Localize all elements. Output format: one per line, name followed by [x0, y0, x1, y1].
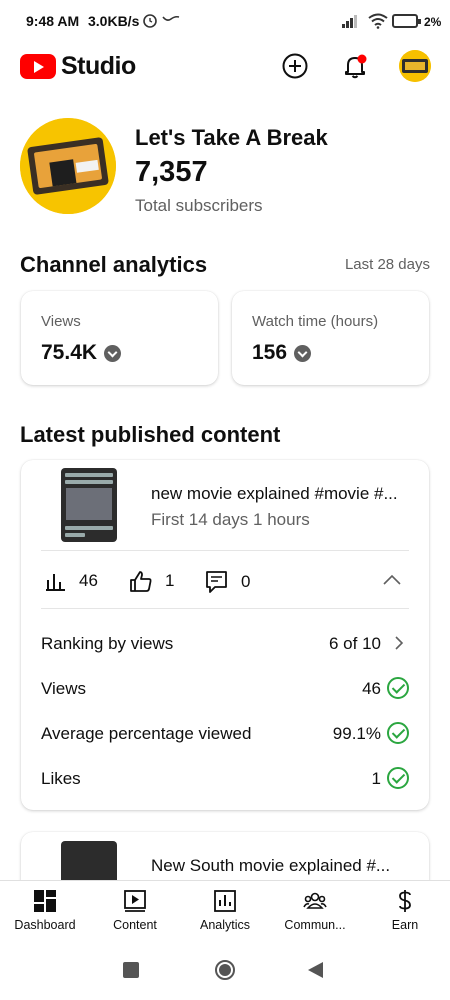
views-detail-value: 46 — [362, 679, 381, 698]
video-period: First 14 days 1 hours — [151, 510, 310, 529]
subscriber-label: Total subscribers — [135, 196, 263, 215]
bell-icon — [345, 54, 367, 79]
nav-analytics[interactable]: Analytics — [180, 881, 270, 943]
nav-earn-label: Earn — [391, 918, 419, 932]
avg-percentage-value: 99.1% — [332, 724, 381, 743]
channel-header: Let's Take A Break 7,357 Total subscribe… — [20, 118, 430, 218]
video-thumbnail[interactable] — [61, 468, 117, 542]
bar-chart-icon — [46, 574, 65, 591]
channel-logo-icon — [20, 118, 116, 214]
chevron-right-icon — [395, 636, 404, 650]
home-button[interactable] — [215, 960, 235, 980]
thumbs-up-icon — [130, 571, 152, 592]
comments-stat-value: 0 — [241, 572, 251, 591]
channel-analytics-title: Channel analytics — [20, 252, 208, 277]
battery-icon — [392, 14, 421, 28]
watch-time-label: Watch time (hours) — [252, 313, 379, 330]
avg-percentage-row: Average percentage viewed 99.1% — [41, 720, 409, 748]
next-video-title[interactable]: New South movie explained #... — [151, 856, 411, 876]
views-row: Views 46 — [41, 675, 409, 703]
nav-analytics-label: Analytics — [199, 918, 251, 932]
check-circle-icon — [387, 677, 409, 699]
views-value: 75.4K — [41, 341, 98, 364]
notification-wave-icon — [162, 15, 180, 21]
analytics-icon — [214, 890, 236, 912]
nav-content[interactable]: Content — [90, 881, 180, 943]
battery-percent: 2% — [424, 15, 442, 29]
nav-earn[interactable]: Earn — [360, 881, 450, 943]
notification-dot-icon — [357, 54, 367, 64]
views-stat: 46 — [45, 570, 98, 592]
ranking-row[interactable]: Ranking by views 6 of 10 — [41, 630, 409, 658]
channel-avatar[interactable] — [20, 118, 116, 214]
channel-name: Let's Take A Break — [135, 125, 328, 150]
signal-icon — [342, 15, 357, 28]
status-time: 9:48 AM — [26, 13, 80, 29]
account-avatar[interactable] — [399, 50, 431, 82]
notifications-button[interactable] — [339, 50, 371, 82]
nav-community-label: Commun... — [284, 918, 346, 932]
video-title[interactable]: new movie explained #movie #... — [151, 484, 411, 504]
likes-stat-value: 1 — [165, 571, 175, 590]
video-stats-row: 46 1 0 — [41, 568, 409, 598]
logo-text: Studio — [61, 52, 136, 80]
create-button[interactable] — [279, 50, 311, 82]
views-value-row: 75.4K — [41, 341, 122, 365]
views-label: Views — [41, 313, 81, 330]
back-button[interactable] — [308, 962, 323, 978]
youtube-logo-icon — [20, 54, 56, 79]
latest-content-title: Latest published content — [20, 422, 281, 447]
views-detail-label: Views — [41, 679, 87, 698]
studio-logo[interactable]: Studio — [20, 52, 136, 81]
subscriber-count: 7,357 — [135, 156, 208, 188]
likes-row: Likes 1 — [41, 765, 409, 793]
nav-community[interactable]: Commun... — [270, 881, 360, 943]
status-network-speed: 3.0KB/s — [88, 13, 140, 29]
likes-detail-value: 1 — [371, 769, 381, 788]
divider — [41, 608, 409, 609]
alarm-icon — [143, 14, 157, 28]
wifi-icon — [368, 13, 388, 29]
watch-time-value: 156 — [252, 341, 288, 364]
status-bar: 9:48 AM 3.0KB/s 2% — [0, 0, 450, 44]
views-stat-value: 46 — [79, 571, 98, 590]
likes-stat: 1 — [129, 570, 174, 592]
recents-button[interactable] — [123, 962, 139, 978]
nav-dashboard-label: Dashboard — [14, 918, 76, 932]
avg-percentage-label: Average percentage viewed — [41, 724, 252, 743]
arrow-down-icon — [294, 344, 312, 362]
comment-icon — [206, 571, 227, 593]
analytics-period: Last 28 days — [344, 256, 430, 273]
comments-stat: 0 — [205, 570, 250, 594]
likes-detail-label: Likes — [41, 769, 81, 788]
system-navigation-bar — [0, 942, 450, 1000]
dashboard-icon — [34, 890, 56, 912]
channel-logo-icon — [399, 50, 431, 82]
nav-dashboard[interactable]: Dashboard — [0, 881, 90, 943]
latest-video-card: new movie explained #movie #... First 14… — [21, 460, 429, 810]
app-bar: Studio — [0, 44, 450, 88]
divider — [41, 550, 409, 551]
check-circle-icon — [387, 767, 409, 789]
earn-icon — [399, 890, 411, 912]
add-circle-icon — [282, 53, 308, 79]
views-card[interactable]: Views 75.4K — [21, 291, 218, 385]
community-icon — [303, 892, 327, 909]
check-circle-icon — [387, 722, 409, 744]
content-icon — [124, 890, 146, 912]
arrow-down-icon — [104, 344, 122, 362]
watch-time-value-row: 156 — [252, 341, 312, 365]
bottom-navigation: Dashboard Content Analytics Commun... Ea… — [0, 880, 450, 942]
chevron-up-icon[interactable] — [383, 574, 401, 586]
watch-time-card[interactable]: Watch time (hours) 156 — [232, 291, 429, 385]
ranking-value: 6 of 10 — [329, 634, 381, 653]
ranking-label: Ranking by views — [41, 634, 174, 653]
nav-content-label: Content — [113, 918, 157, 932]
